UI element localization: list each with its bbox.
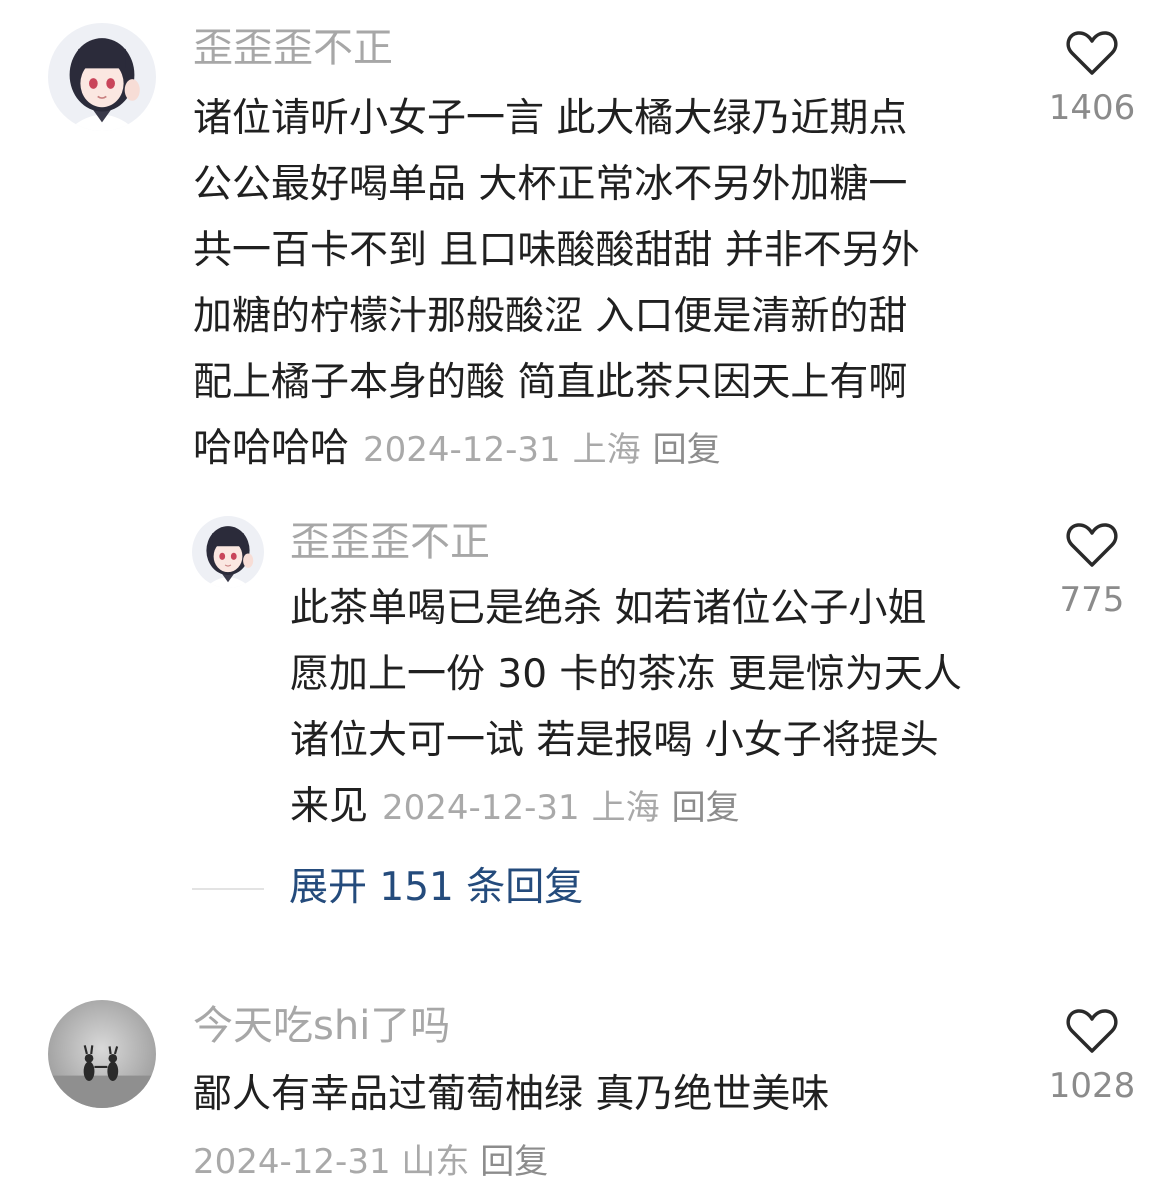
comment-date: 2024-12-31 xyxy=(193,1142,391,1182)
comment-line-last: 哈哈哈哈 2024-12-31 上海 回复 xyxy=(193,416,920,483)
comment-username[interactable]: 今天吃shi了吗 xyxy=(193,1002,450,1050)
avatar[interactable] xyxy=(192,516,264,588)
comment-location: 上海 xyxy=(572,430,641,470)
comment-meta: 2024-12-31 上海 回复 xyxy=(382,788,740,828)
comment-body: 诸位请听小女子一言 此大橘大绿乃近期点 公公最好喝单品 大杯正常冰不另外加糖一 … xyxy=(193,86,920,483)
expand-replies-button[interactable]: 展开 151 条回复 xyxy=(289,862,583,914)
heart-outline-icon xyxy=(1066,31,1118,75)
anime-girl-avatar-icon xyxy=(48,23,156,131)
expand-divider xyxy=(192,888,264,890)
comment-line: 公公最好喝单品 大杯正常冰不另外加糖一 xyxy=(193,162,908,207)
comment-line: 鄙人有幸品过葡萄柚绿 真乃绝世美味 xyxy=(193,1072,830,1117)
comment-line: 此茶单喝已是绝杀 如若诸位公子小姐 xyxy=(290,586,927,631)
reply-button[interactable]: 回复 xyxy=(480,1142,548,1182)
like-count: 775 xyxy=(1059,580,1125,620)
comment-line: 来见 xyxy=(290,784,369,829)
comment-line: 共一百卡不到 且口味酸酸甜甜 并非不另外 xyxy=(193,228,920,273)
comment-line: 加糖的柠檬汁那般酸涩 入口便是清新的甜 xyxy=(193,294,908,339)
like-button[interactable]: 775 xyxy=(1032,522,1152,620)
heart-outline-icon xyxy=(1066,523,1118,567)
comment-line: 诸位大可一试 若是报喝 小女子将提头 xyxy=(290,718,939,763)
comment-meta: 2024-12-31 上海 回复 xyxy=(363,430,721,470)
comment-line: 配上橘子本身的酸 简直此茶只因天上有啊 xyxy=(193,360,908,405)
grey-silhouette-avatar-icon xyxy=(48,1000,156,1108)
like-button[interactable]: 1028 xyxy=(1032,1008,1152,1106)
avatar[interactable] xyxy=(48,1000,156,1108)
comment-date: 2024-12-31 xyxy=(363,430,561,470)
comment-body: 鄙人有幸品过葡萄柚绿 真乃绝世美味 xyxy=(193,1062,829,1128)
comment-location: 上海 xyxy=(591,788,660,828)
reply-button[interactable]: 回复 xyxy=(672,788,740,828)
heart-outline-icon xyxy=(1066,1009,1118,1053)
reply-button[interactable]: 回复 xyxy=(653,430,721,470)
comment-date: 2024-12-31 xyxy=(382,788,580,828)
comment-line: 诸位请听小女子一言 此大橘大绿乃近期点 xyxy=(193,96,908,141)
comment-line: 哈哈哈哈 xyxy=(193,426,350,471)
comment-line-last: 来见 2024-12-31 上海 回复 xyxy=(290,774,962,841)
comment-body: 此茶单喝已是绝杀 如若诸位公子小姐 愿加上一份 30 卡的茶冻 更是惊为天人 诸… xyxy=(290,576,962,841)
comment-line: 愿加上一份 30 卡的茶冻 更是惊为天人 xyxy=(290,652,962,697)
comment-username[interactable]: 歪歪歪不正 xyxy=(290,518,490,566)
like-count: 1028 xyxy=(1048,1066,1136,1106)
comment-location: 山东 xyxy=(401,1142,470,1182)
like-count: 1406 xyxy=(1048,88,1136,128)
comment-meta: 2024-12-31 山东 回复 xyxy=(193,1140,548,1184)
comment-username[interactable]: 歪歪歪不正 xyxy=(193,24,393,72)
like-button[interactable]: 1406 xyxy=(1032,30,1152,128)
avatar[interactable] xyxy=(48,23,156,131)
anime-girl-avatar-icon xyxy=(192,516,264,588)
